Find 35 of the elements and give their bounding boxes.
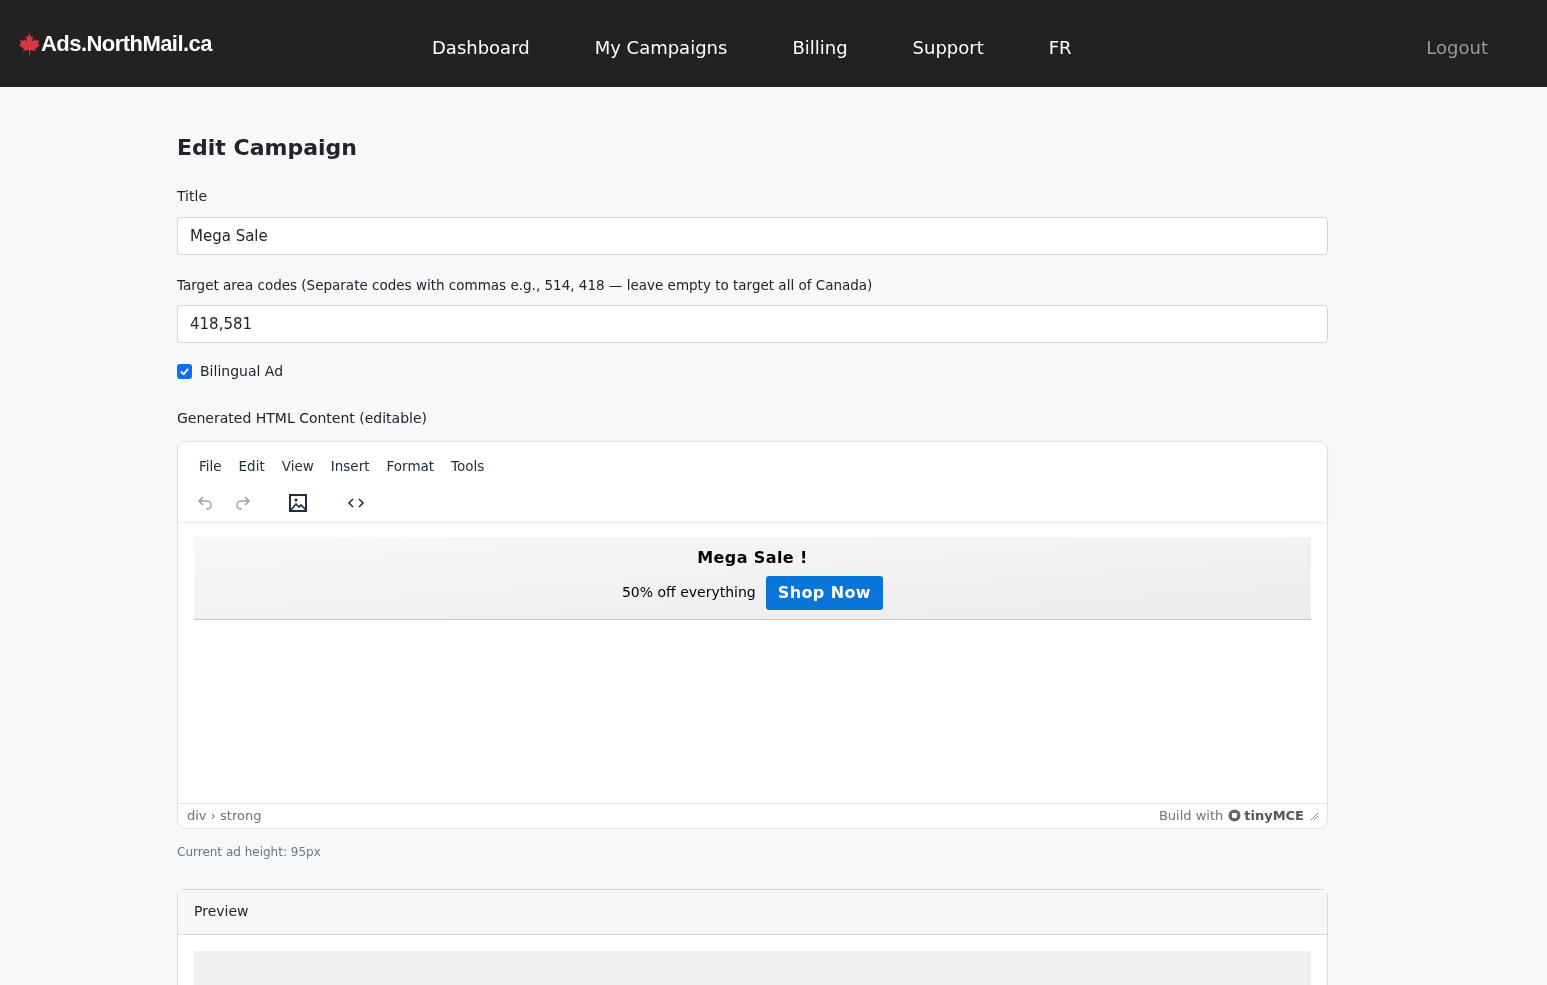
menu-item[interactable]: Format [386, 456, 435, 477]
image-button[interactable] [288, 492, 308, 513]
brand-logo[interactable]: Ads.NorthMail.ca [41, 27, 212, 60]
nav-link[interactable]: Billing [792, 34, 848, 61]
nav-link[interactable]: My Campaigns [594, 34, 728, 61]
shop-now-button[interactable]: Shop Now [765, 575, 884, 610]
field-label: Title [177, 187, 208, 206]
branding-link[interactable]: tinyMCE [1228, 805, 1304, 826]
maple-leaf-icon [17, 31, 41, 56]
ad-text: 50% off everything [621, 583, 756, 602]
element-path: div › strong [187, 806, 262, 825]
checkmark-icon [179, 366, 190, 378]
menu-item[interactable]: Insert [330, 456, 370, 477]
menu-item[interactable]: Tools [451, 456, 485, 477]
checkbox-label: Bilingual Ad [200, 362, 284, 382]
field-label: Target area codes (Separate codes with commas e.g., 514, 418 — leave empty to target all of Canada) [177, 276, 874, 295]
height-note: Current ad height: 95px [177, 843, 322, 861]
resize-handle-icon[interactable] [1310, 811, 1318, 820]
menu-item[interactable]: File [199, 456, 222, 477]
image-icon [288, 492, 308, 513]
menu-item[interactable]: View [281, 456, 314, 477]
card-title: Preview [194, 902, 249, 921]
area-codes-input[interactable]: 418,581 [177, 305, 1328, 344]
field-label: Generated HTML Content (editable) [177, 409, 429, 429]
page-title: Edit Campaign [177, 134, 358, 162]
checkbox[interactable] [177, 364, 192, 380]
nav-link[interactable]: FR [1048, 34, 1072, 61]
menu-item[interactable]: Edit [238, 456, 265, 477]
ad-heading: Mega Sale ! [697, 546, 808, 569]
logout-link[interactable]: Logout [1426, 34, 1488, 61]
title-input[interactable]: Mega Sale [177, 217, 1328, 255]
nav-link[interactable]: Dashboard [432, 34, 530, 61]
branding-text: Build with [1158, 806, 1224, 825]
logo-icon [1228, 809, 1242, 822]
nav-link[interactable]: Support [912, 34, 984, 61]
